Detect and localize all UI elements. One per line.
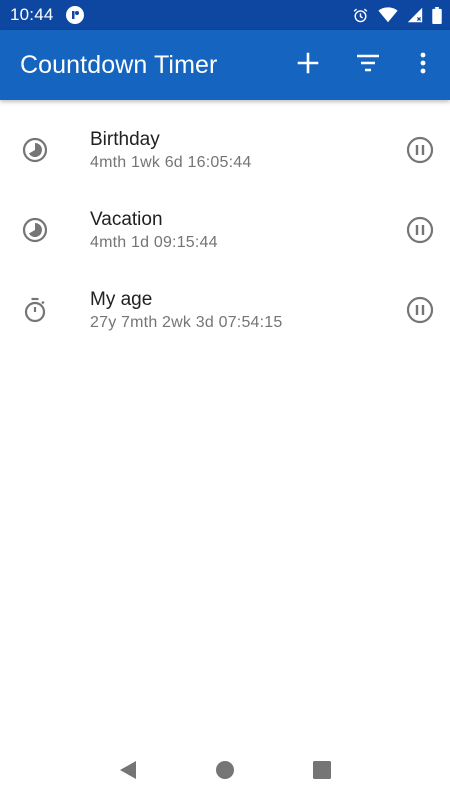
page-title: Countdown Timer xyxy=(20,50,218,79)
filter-button[interactable] xyxy=(338,30,398,100)
wifi-icon xyxy=(378,7,398,23)
timer-name: My age xyxy=(90,289,153,310)
add-icon xyxy=(297,52,319,79)
status-icons xyxy=(352,6,442,24)
countdown-clock-icon xyxy=(22,217,48,243)
timer-row[interactable]: My age 27y 7mth 2wk 3d 07:54:15 xyxy=(0,270,450,350)
add-timer-button[interactable] xyxy=(278,30,338,100)
timer-text: Birthday 4mth 1wk 6d 16:05:44 xyxy=(90,128,251,173)
battery-icon xyxy=(432,6,442,24)
signal-icon xyxy=(407,7,423,23)
timer-row[interactable]: Vacation 4mth 1d 09:15:44 xyxy=(0,190,450,270)
timer-text: My age 27y 7mth 2wk 3d 07:54:15 xyxy=(90,288,282,333)
notification-app-icon xyxy=(65,6,84,24)
home-circle-icon xyxy=(215,761,234,779)
pause-button[interactable] xyxy=(405,215,435,245)
app-bar: Countdown Timer xyxy=(0,30,450,100)
countdown-clock-icon xyxy=(22,137,48,163)
timer-text: Vacation 4mth 1d 09:15:44 xyxy=(90,208,218,253)
nav-recents-button[interactable] xyxy=(302,750,342,790)
app-bar-actions xyxy=(278,30,450,100)
timer-row[interactable]: Birthday 4mth 1wk 6d 16:05:44 xyxy=(0,110,450,190)
pause-button[interactable] xyxy=(405,295,435,325)
timer-name: Vacation xyxy=(90,209,163,230)
alarm-icon xyxy=(352,7,369,24)
pause-circle-icon xyxy=(406,216,434,244)
timer-name: Birthday xyxy=(90,129,160,150)
status-time: 10:44 xyxy=(10,5,54,24)
back-triangle-icon xyxy=(120,761,137,779)
more-options-button[interactable] xyxy=(398,30,448,100)
filter-icon xyxy=(356,54,380,77)
nav-back-button[interactable] xyxy=(108,750,148,790)
pause-circle-icon xyxy=(406,296,434,324)
pause-button[interactable] xyxy=(405,135,435,165)
recents-square-icon xyxy=(312,761,331,779)
more-vert-icon xyxy=(420,52,426,79)
timer-remaining: 4mth 1wk 6d 16:05:44 xyxy=(90,154,252,171)
nav-home-button[interactable] xyxy=(205,750,245,790)
system-nav-bar xyxy=(0,740,450,800)
stopwatch-icon xyxy=(22,297,48,323)
pause-circle-icon xyxy=(406,136,434,164)
timer-list: Birthday 4mth 1wk 6d 16:05:44 Vacation 4… xyxy=(0,100,450,350)
timer-remaining: 4mth 1d 09:15:44 xyxy=(90,234,218,251)
timer-remaining: 27y 7mth 2wk 3d 07:54:15 xyxy=(90,314,283,331)
status-bar: 10:44 xyxy=(0,0,450,30)
